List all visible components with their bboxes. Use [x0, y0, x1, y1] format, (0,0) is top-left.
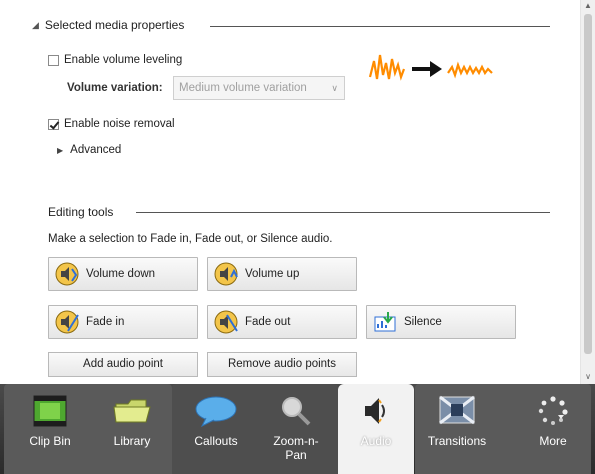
tab-label: Zoom-n-Pan	[273, 434, 319, 462]
section-divider	[136, 212, 550, 213]
editing-tools-hint: Make a selection to Fade in, Fade out, o…	[48, 233, 333, 245]
more-dots-icon	[536, 394, 570, 431]
volume-leveling-label: Enable volume leveling	[64, 54, 183, 66]
vertical-scrollbar[interactable]: ▲ ∨	[580, 0, 595, 384]
volume-down-label: Volume down	[86, 268, 156, 280]
noise-removal-label: Enable noise removal	[64, 118, 175, 130]
tab-label: Clip Bin	[29, 434, 71, 448]
fade-out-label: Fade out	[245, 316, 291, 328]
tab-label: More	[539, 434, 567, 448]
tab-transitions[interactable]: Transitions	[415, 384, 499, 474]
chevron-down-icon: ∨	[331, 83, 338, 93]
magnifier-icon	[279, 394, 313, 431]
volume-up-button[interactable]: Volume up	[207, 257, 357, 291]
advanced-toggle[interactable]: ▶ Advanced	[57, 144, 121, 156]
expand-triangle-icon: ▶	[57, 145, 64, 155]
volume-leveling-illustration-icon	[368, 54, 493, 81]
noise-removal-row[interactable]: Enable noise removal	[48, 118, 175, 130]
tab-label: Callouts	[194, 434, 238, 448]
fade-out-button[interactable]: Fade out	[207, 305, 357, 339]
tab-library[interactable]: Library	[92, 384, 172, 474]
remove-audio-points-button[interactable]: Remove audio points	[207, 352, 357, 377]
volume-up-label: Volume up	[245, 268, 300, 280]
media-properties-header[interactable]: ◢ Selected media properties	[32, 18, 184, 32]
volume-down-icon	[54, 261, 80, 287]
scroll-thumb[interactable]	[584, 14, 592, 354]
bottom-tab-bar: Clip Bin Library Callouts Zoom-n-Pan Aud…	[0, 384, 595, 474]
film-strip-icon	[32, 394, 68, 431]
silence-button[interactable]: Silence	[366, 305, 516, 339]
tab-more[interactable]: More	[515, 384, 591, 474]
transition-icon	[437, 394, 477, 429]
folder-icon	[112, 394, 152, 429]
volume-variation-value: Medium volume variation	[179, 82, 307, 94]
volume-variation-select[interactable]: Medium volume variation ∨	[173, 76, 345, 100]
media-properties-title: Selected media properties	[44, 18, 185, 32]
tab-label: Library	[113, 434, 151, 448]
advanced-label: Advanced	[70, 144, 122, 156]
scroll-down-icon[interactable]: ∨	[583, 372, 593, 382]
scroll-up-icon[interactable]: ▲	[583, 1, 593, 11]
tab-callouts[interactable]: Callouts	[176, 384, 256, 474]
silence-label: Silence	[404, 316, 442, 328]
editing-tools-header: Editing tools	[48, 205, 113, 219]
collapse-triangle-icon[interactable]: ◢	[32, 20, 39, 31]
fade-in-label: Fade in	[86, 316, 125, 328]
editing-tools-title: Editing tools	[48, 205, 114, 219]
silence-icon	[372, 309, 398, 335]
tab-zoom-n-pan[interactable]: Zoom-n-Pan	[256, 384, 336, 474]
volume-leveling-checkbox[interactable]	[48, 54, 59, 66]
tab-clip-bin[interactable]: Clip Bin	[8, 384, 92, 474]
tab-label: Audio	[360, 434, 392, 448]
fade-in-button[interactable]: Fade in	[48, 305, 198, 339]
speech-bubble-icon	[194, 394, 238, 431]
tab-audio[interactable]: Audio	[338, 384, 414, 474]
speaker-icon	[359, 394, 393, 431]
fade-out-icon	[213, 309, 239, 335]
volume-leveling-row[interactable]: Enable volume leveling	[48, 54, 182, 66]
fade-in-icon	[54, 309, 80, 335]
volume-variation-label: Volume variation:	[67, 82, 163, 94]
section-divider	[210, 26, 550, 27]
noise-removal-checkbox[interactable]	[48, 118, 59, 130]
audio-panel: ◢ Selected media properties Enable volum…	[0, 0, 580, 384]
add-audio-point-button[interactable]: Add audio point	[48, 352, 198, 377]
volume-down-button[interactable]: Volume down	[48, 257, 198, 291]
tab-label: Transitions	[427, 434, 487, 448]
volume-up-icon	[213, 261, 239, 287]
